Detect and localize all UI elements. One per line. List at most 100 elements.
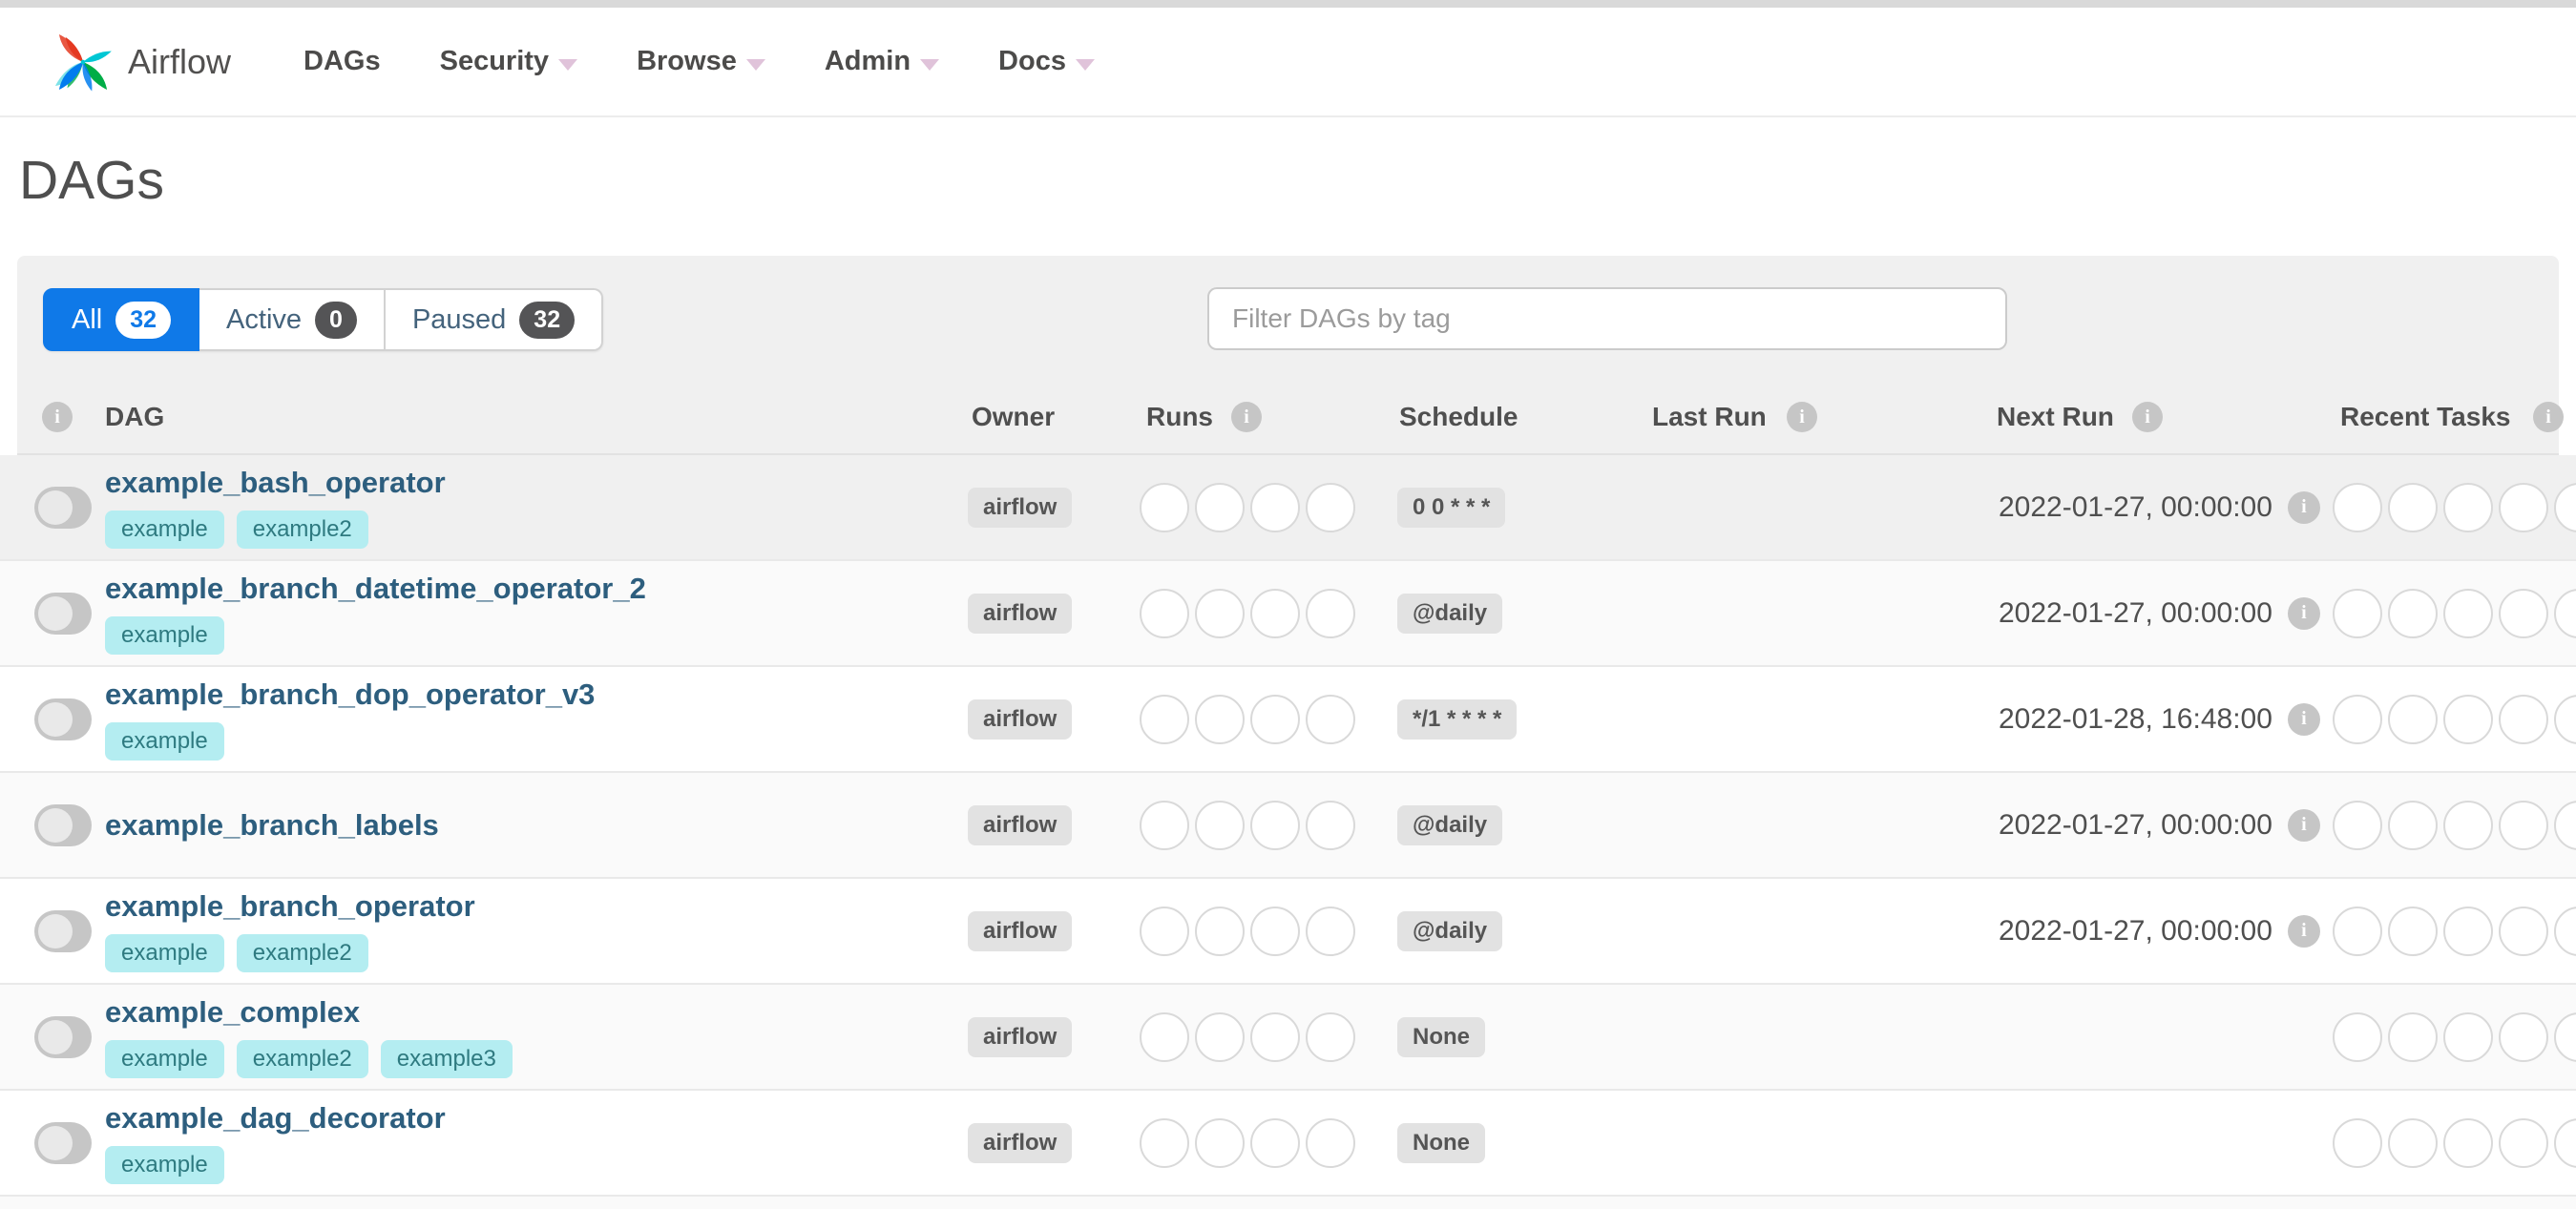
dag-name-link[interactable]: example_branch_dop_operator_v3 — [105, 677, 595, 712]
dag-name-link[interactable]: example_dag_decorator — [105, 1101, 446, 1136]
tag-filter-input[interactable] — [1207, 287, 2007, 350]
tab-all[interactable]: All 32 — [43, 288, 200, 351]
task-status-circle[interactable] — [2499, 906, 2548, 956]
task-status-circle[interactable] — [2554, 482, 2576, 532]
dag-tag[interactable]: example2 — [236, 934, 368, 972]
info-icon[interactable]: i — [1231, 402, 1262, 432]
dag-tag[interactable]: example — [105, 722, 224, 761]
task-status-circle[interactable] — [2499, 1011, 2548, 1062]
dag-name-link[interactable]: example_branch_labels — [105, 808, 439, 843]
tab-paused[interactable]: Paused 32 — [385, 288, 604, 351]
nav-item-dags[interactable]: DAGs — [304, 46, 381, 77]
task-status-circle[interactable] — [2554, 906, 2576, 956]
run-status-circle[interactable] — [1250, 694, 1300, 744]
task-status-circle[interactable] — [2443, 482, 2493, 532]
run-status-circle[interactable] — [1306, 588, 1355, 638]
schedule-badge[interactable]: */1 * * * * — [1397, 698, 1518, 740]
tab-active[interactable]: Active 0 — [199, 288, 386, 351]
run-status-circle[interactable] — [1140, 800, 1189, 850]
info-icon[interactable]: i — [2132, 402, 2163, 432]
dag-pause-toggle[interactable] — [34, 1015, 92, 1058]
run-status-circle[interactable] — [1195, 906, 1245, 956]
dag-tag[interactable]: example3 — [380, 1040, 513, 1078]
dag-name-link[interactable]: example_complex — [105, 995, 513, 1030]
run-status-circle[interactable] — [1306, 800, 1355, 850]
task-status-circle[interactable] — [2333, 482, 2382, 532]
info-icon[interactable]: i — [2287, 596, 2320, 630]
dag-tag[interactable]: example — [105, 1146, 224, 1184]
schedule-badge[interactable]: @daily — [1397, 804, 1503, 845]
dag-pause-toggle[interactable] — [34, 803, 92, 846]
run-status-circle[interactable] — [1140, 588, 1189, 638]
info-icon[interactable]: i — [2287, 490, 2320, 524]
run-status-circle[interactable] — [1250, 588, 1300, 638]
dag-pause-toggle[interactable] — [34, 486, 92, 529]
run-status-circle[interactable] — [1195, 588, 1245, 638]
run-status-circle[interactable] — [1306, 694, 1355, 744]
task-status-circle[interactable] — [2554, 694, 2576, 744]
nav-item-docs[interactable]: Docs — [998, 46, 1095, 77]
dag-name-link[interactable]: example_branch_datetime_operator_2 — [105, 572, 646, 606]
run-status-circle[interactable] — [1195, 482, 1245, 532]
dag-tag[interactable]: example2 — [236, 1040, 368, 1078]
schedule-badge[interactable]: 0 0 * * * — [1397, 487, 1506, 528]
task-status-circle[interactable] — [2333, 588, 2382, 638]
schedule-badge[interactable]: None — [1397, 1122, 1485, 1163]
run-status-circle[interactable] — [1306, 482, 1355, 532]
dag-tag[interactable]: example — [105, 934, 224, 972]
task-status-circle[interactable] — [2388, 1011, 2438, 1062]
run-status-circle[interactable] — [1195, 1011, 1245, 1062]
task-status-circle[interactable] — [2443, 1117, 2493, 1168]
dag-pause-toggle[interactable] — [34, 698, 92, 740]
run-status-circle[interactable] — [1140, 482, 1189, 532]
run-status-circle[interactable] — [1250, 1011, 1300, 1062]
task-status-circle[interactable] — [2499, 588, 2548, 638]
task-status-circle[interactable] — [2388, 694, 2438, 744]
airflow-brand[interactable]: Airflow — [52, 23, 231, 101]
run-status-circle[interactable] — [1250, 906, 1300, 956]
task-status-circle[interactable] — [2388, 482, 2438, 532]
task-status-circle[interactable] — [2333, 1011, 2382, 1062]
task-status-circle[interactable] — [2333, 800, 2382, 850]
run-status-circle[interactable] — [1306, 1011, 1355, 1062]
task-status-circle[interactable] — [2443, 1011, 2493, 1062]
task-status-circle[interactable] — [2388, 906, 2438, 956]
dag-pause-toggle[interactable] — [34, 592, 92, 635]
info-icon[interactable]: i — [1787, 402, 1817, 432]
task-status-circle[interactable] — [2499, 1117, 2548, 1168]
task-status-circle[interactable] — [2554, 1011, 2576, 1062]
schedule-badge[interactable]: None — [1397, 1016, 1485, 1057]
run-status-circle[interactable] — [1250, 800, 1300, 850]
run-status-circle[interactable] — [1140, 1117, 1189, 1168]
task-status-circle[interactable] — [2388, 588, 2438, 638]
task-status-circle[interactable] — [2499, 482, 2548, 532]
task-status-circle[interactable] — [2443, 800, 2493, 850]
task-status-circle[interactable] — [2388, 1117, 2438, 1168]
task-status-circle[interactable] — [2443, 588, 2493, 638]
run-status-circle[interactable] — [1250, 1117, 1300, 1168]
dag-pause-toggle[interactable] — [34, 909, 92, 952]
dag-tag[interactable]: example — [105, 1040, 224, 1078]
run-status-circle[interactable] — [1140, 694, 1189, 744]
task-status-circle[interactable] — [2443, 694, 2493, 744]
nav-item-browse[interactable]: Browse — [637, 46, 765, 77]
schedule-badge[interactable]: @daily — [1397, 593, 1503, 634]
info-icon[interactable]: i — [2287, 702, 2320, 736]
task-status-circle[interactable] — [2554, 1117, 2576, 1168]
info-icon[interactable]: i — [2533, 402, 2564, 432]
dag-pause-toggle[interactable] — [34, 1121, 92, 1164]
run-status-circle[interactable] — [1250, 482, 1300, 532]
task-status-circle[interactable] — [2554, 588, 2576, 638]
info-icon[interactable]: i — [2287, 914, 2320, 948]
info-icon[interactable]: i — [42, 402, 73, 432]
run-status-circle[interactable] — [1140, 1011, 1189, 1062]
run-status-circle[interactable] — [1195, 694, 1245, 744]
dag-tag[interactable]: example2 — [236, 511, 368, 549]
schedule-badge[interactable]: @daily — [1397, 910, 1503, 951]
task-status-circle[interactable] — [2333, 694, 2382, 744]
run-status-circle[interactable] — [1195, 1117, 1245, 1168]
run-status-circle[interactable] — [1306, 906, 1355, 956]
dag-tag[interactable]: example — [105, 616, 224, 655]
run-status-circle[interactable] — [1140, 906, 1189, 956]
info-icon[interactable]: i — [2287, 808, 2320, 842]
